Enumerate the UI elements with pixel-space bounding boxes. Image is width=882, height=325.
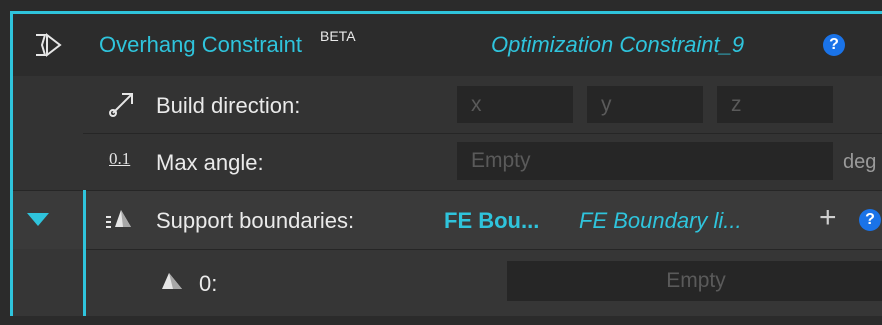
max-angle-input[interactable]: Empty (457, 142, 833, 180)
boundary-item-input[interactable]: Empty (507, 261, 882, 301)
expanded-group-indicator (83, 190, 86, 316)
support-boundaries-label: Support boundaries: (156, 208, 355, 233)
cone-icon (161, 272, 183, 297)
row-divider (13, 190, 882, 191)
constraint-name[interactable]: Optimization Constraint_9 (491, 32, 744, 58)
boundary-value[interactable]: FE Bou... (444, 208, 539, 234)
row-divider (83, 133, 882, 134)
decimal-icon: 0.1 (109, 149, 131, 168)
beta-badge: BETA (320, 28, 356, 44)
constraint-header: Overhang Constraint BETA Optimization Co… (13, 14, 882, 76)
boundary-cone-icon (105, 207, 133, 238)
build-direction-row: Build direction: x y z (13, 76, 882, 133)
row-divider (83, 249, 882, 250)
direction-y-input[interactable]: y (587, 86, 703, 123)
max-angle-row: 0.1 Max angle: Empty deg (13, 133, 882, 190)
build-direction-label: Build direction: (156, 93, 301, 118)
boundary-value-detail[interactable]: FE Boundary li... (579, 208, 742, 234)
arrow-direction-icon (108, 90, 136, 123)
support-boundaries-row: Support boundaries: FE Bou... FE Boundar… (13, 190, 882, 249)
constraint-title[interactable]: Overhang Constraint (99, 32, 302, 58)
overhang-icon (33, 32, 63, 63)
boundary-item-label: 0: (199, 271, 218, 296)
boundary-item-row: 0: Empty (13, 249, 882, 316)
direction-z-input[interactable]: z (717, 86, 833, 123)
max-angle-label: Max angle: (156, 150, 264, 175)
triangle-down-icon[interactable] (27, 213, 49, 231)
boundary-help-icon[interactable]: ? (859, 209, 881, 231)
direction-x-input[interactable]: x (457, 86, 573, 123)
angle-unit: deg (843, 151, 877, 173)
overhang-constraint-panel: Overhang Constraint BETA Optimization Co… (10, 11, 882, 316)
add-boundary-button[interactable]: + (819, 201, 837, 235)
help-icon[interactable]: ? (823, 34, 845, 56)
